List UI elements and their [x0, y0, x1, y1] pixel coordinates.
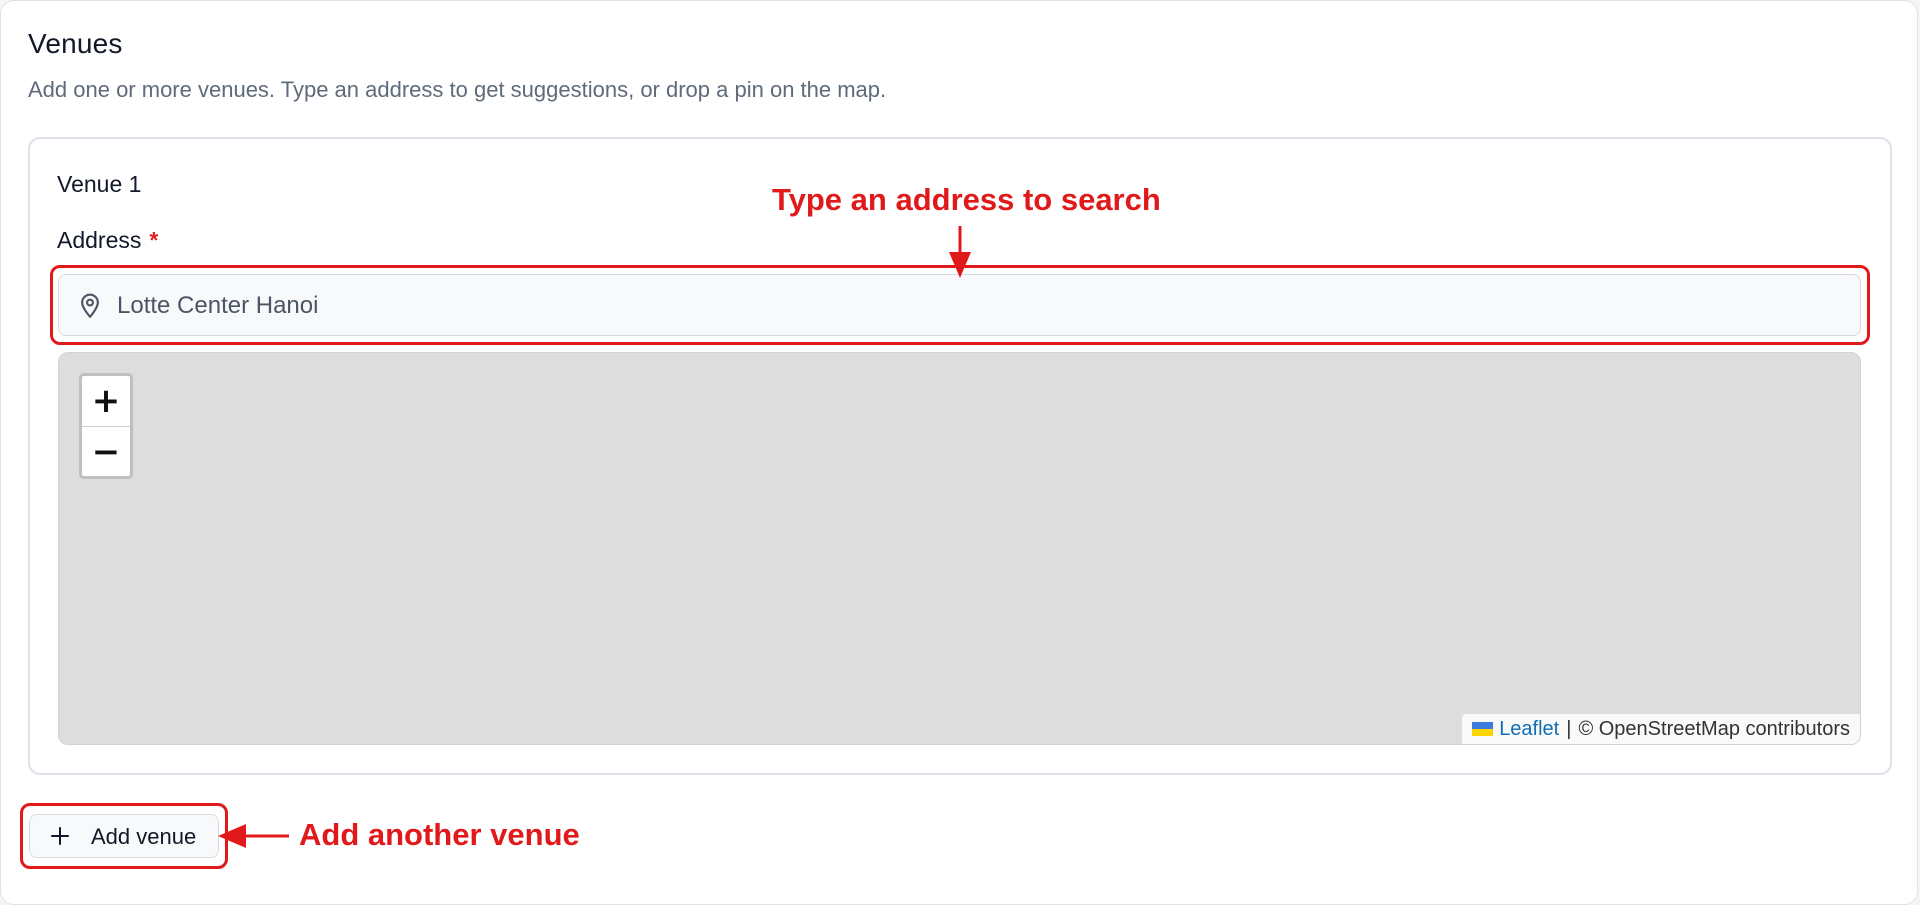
section-title: Venues [28, 28, 123, 59]
map-attribution: Leaflet | © OpenStreetMap contributors [1462, 714, 1860, 744]
leaflet-link[interactable]: Leaflet [1499, 718, 1559, 741]
attribution-separator: | [1566, 717, 1572, 740]
zoom-control: + − [79, 373, 133, 479]
add-hint-arrow [218, 824, 289, 848]
address-label-text: Address [57, 227, 142, 253]
map-canvas[interactable]: + − Leaflet | © OpenStreetMap contributo… [58, 352, 1861, 745]
ukraine-flag-icon [1472, 722, 1494, 736]
add-hint-annotation: Add another venue [299, 817, 580, 852]
osm-attribution: © OpenStreetMap contributors [1578, 717, 1850, 740]
zoom-in-button[interactable]: + [82, 376, 130, 427]
add-venue-highlight-box [20, 803, 228, 869]
venue-label: Venue 1 [57, 171, 142, 197]
search-hint-arrow [949, 226, 971, 278]
search-hint-annotation: Type an address to search [772, 182, 1161, 217]
required-mark: * [149, 227, 159, 253]
address-label: Address * [57, 227, 158, 254]
section-description: Add one or more venues. Type an address … [28, 77, 887, 102]
zoom-out-button[interactable]: − [82, 427, 130, 476]
